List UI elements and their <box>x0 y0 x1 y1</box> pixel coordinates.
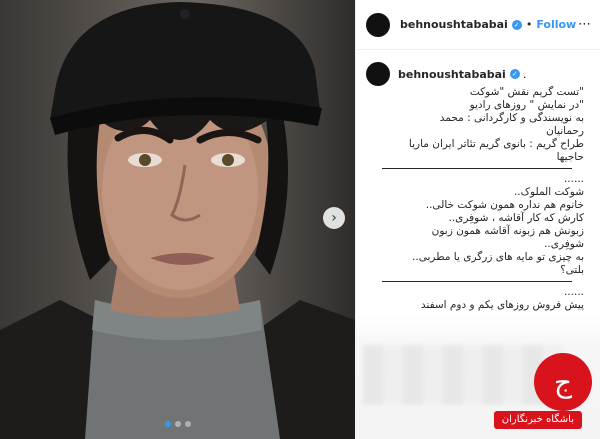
carousel-dot <box>174 421 181 427</box>
caption-line: پیش فروش روزهای یکم و دوم اسفند <box>420 299 584 311</box>
caption-line: ...... <box>563 286 584 298</box>
caption-line: رحمانیان <box>546 125 584 137</box>
caption-text: "تست گریم نقش "شوکت "در نمایش " روزهای ر… <box>366 86 596 312</box>
caption-line: زبونش هم زبونه آقاشه همون زبون <box>431 225 584 237</box>
caption-line: کارش که کار آقاشه ، شوفِری.. <box>448 212 584 224</box>
watermark: ج باشگاه خبرنگاران <box>462 353 592 433</box>
carousel-dot <box>164 421 171 427</box>
caption-line: به چیزی تو مایه های زرگری یا مطربی.. <box>412 251 584 263</box>
caption-verified-icon: ✓ <box>509 69 520 79</box>
post-photo[interactable]: › <box>0 0 355 439</box>
caption-suffix: . <box>522 67 527 81</box>
caption-line: شوفِری.. <box>544 238 584 250</box>
watermark-logo-icon: ج <box>534 353 592 411</box>
separator: • <box>525 18 533 31</box>
header-username[interactable]: behnoushtababai <box>400 18 508 31</box>
caption-line: "تست گریم نقش "شوکت <box>469 86 584 98</box>
watermark-text: باشگاه خبرنگاران <box>493 411 582 429</box>
follow-button[interactable]: Follow <box>536 18 576 31</box>
caption-line: خانوم هم نداره همون شوکت خالی.. <box>425 199 584 211</box>
next-photo-button[interactable]: › <box>323 207 345 229</box>
portrait-illustration <box>0 2 355 439</box>
caption-line: بلتی؟ <box>560 264 584 276</box>
carousel-dots <box>0 421 355 427</box>
divider <box>382 168 572 169</box>
caption-line: "در نمایش " روزهای رادیو <box>469 99 584 111</box>
divider <box>382 281 572 282</box>
caption-header: behnoushtababai ✓ . <box>366 62 596 86</box>
caption: behnoushtababai ✓ . "تست گریم نقش "شوکت … <box>366 62 596 312</box>
carousel-dot <box>184 421 191 427</box>
caption-line: ...... <box>563 173 584 185</box>
verified-badge-icon: ✓ <box>511 19 522 30</box>
caption-line: شوکت الملوک.. <box>513 186 584 198</box>
post-header: behnoushtababai ✓ • Follow ⋯ <box>356 0 600 50</box>
caption-line: طراح گریم : بانوی گریم تئاتر ایران ماریا <box>408 138 584 150</box>
caption-username[interactable]: behnoushtababai <box>398 68 506 81</box>
caption-avatar[interactable] <box>366 62 390 86</box>
caption-line: حاجیها <box>556 151 584 163</box>
caption-line: به نویسندگی و کارگردانی : محمد <box>439 112 584 124</box>
more-icon[interactable]: ⋯ <box>578 17 591 32</box>
avatar[interactable] <box>366 12 390 37</box>
portrait-image <box>0 0 355 439</box>
